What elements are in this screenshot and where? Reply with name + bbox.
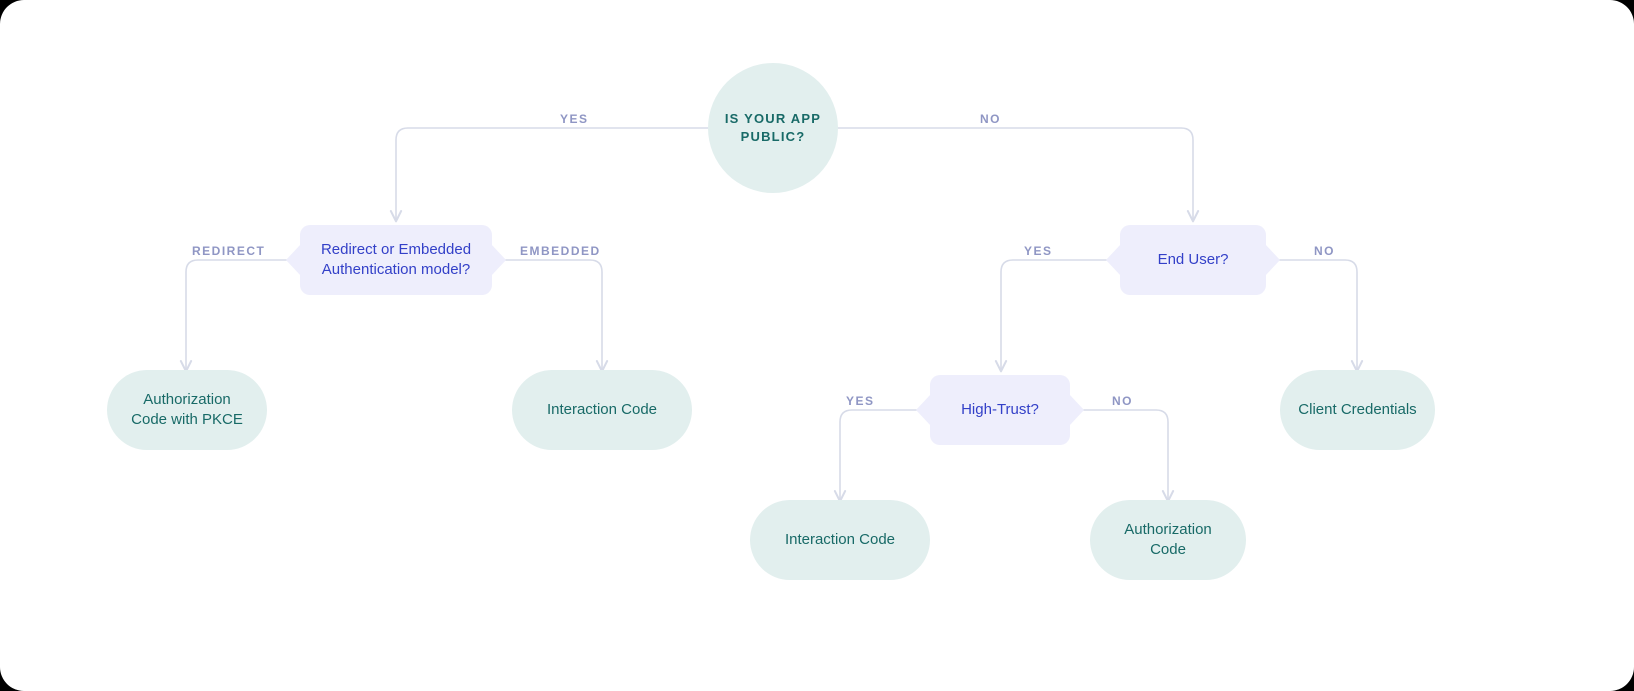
terminal-interaction-code-right-label: Interaction Code (785, 530, 895, 550)
start-node-label: IS YOUR APP PUBLIC? (718, 110, 828, 145)
edge-label-hightrust-no: NO (1112, 394, 1133, 408)
terminal-authorization-code: Authorization Code (1090, 500, 1246, 580)
terminal-interaction-code-left: Interaction Code (512, 370, 692, 450)
terminal-auth-code-pkce: Authorization Code with PKCE (107, 370, 267, 450)
terminal-client-credentials: Client Credentials (1280, 370, 1435, 450)
decision-redirect-embedded: Redirect or Embedded Authentication mode… (300, 225, 492, 295)
edge-label-embedded: EMBEDDED (520, 244, 601, 258)
terminal-client-credentials-label: Client Credentials (1298, 400, 1416, 420)
edge-label-start-no: NO (980, 112, 1001, 126)
edge-label-hightrust-yes: YES (846, 394, 875, 408)
decision-end-user-label: End User? (1158, 250, 1229, 270)
decision-end-user: End User? (1120, 225, 1266, 295)
start-node-public-app: IS YOUR APP PUBLIC? (708, 63, 838, 193)
decision-high-trust: High-Trust? (930, 375, 1070, 445)
edge-label-start-yes: YES (560, 112, 589, 126)
terminal-interaction-code-right: Interaction Code (750, 500, 930, 580)
terminal-interaction-code-left-label: Interaction Code (547, 400, 657, 420)
edge-label-enduser-no: NO (1314, 244, 1335, 258)
decision-high-trust-label: High-Trust? (961, 400, 1039, 420)
terminal-auth-code-pkce-label: Authorization Code with PKCE (125, 390, 249, 431)
flowchart-canvas: IS YOUR APP PUBLIC? Redirect or Embedded… (0, 0, 1634, 691)
decision-redirect-embedded-label: Redirect or Embedded Authentication mode… (314, 240, 478, 281)
edge-label-enduser-yes: YES (1024, 244, 1053, 258)
terminal-authorization-code-label: Authorization Code (1108, 520, 1228, 561)
edge-label-redirect: REDIRECT (192, 244, 265, 258)
